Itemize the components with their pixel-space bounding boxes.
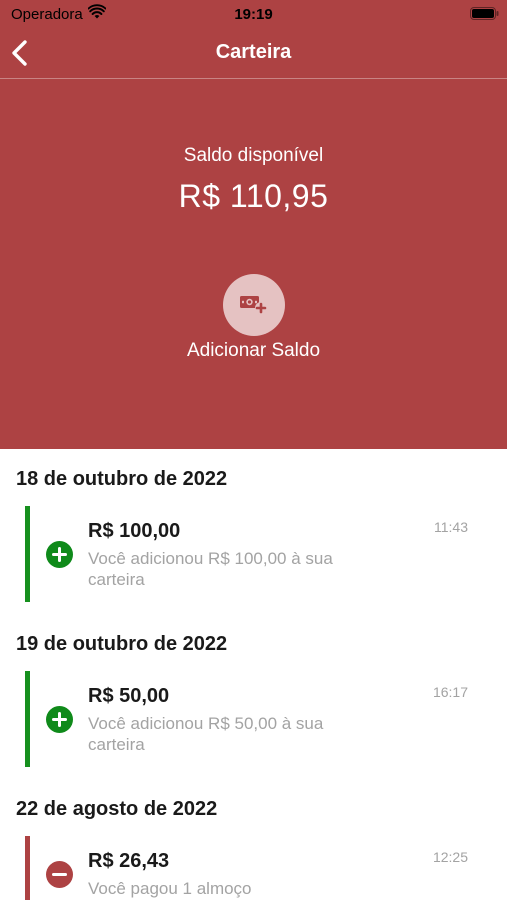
money-plus-icon: [240, 296, 267, 314]
transaction-description: Você pagou 1 almoço: [88, 879, 252, 898]
transaction-amount: R$ 100,00: [88, 520, 181, 542]
add-balance-button[interactable]: [223, 274, 285, 336]
transaction-time: 11:43: [434, 519, 468, 535]
date-heading: 19 de outubro de 2022: [16, 633, 228, 655]
transaction-amount: R$ 50,00: [88, 685, 170, 707]
status-time: 19:19: [234, 6, 273, 23]
debit-indicator-bar: [25, 836, 30, 900]
navigation-bar: Carteira: [0, 30, 507, 79]
transaction-time: 16:17: [432, 684, 468, 700]
add-balance-label: Adicionar Saldo: [186, 340, 321, 361]
credit-indicator-bar: [25, 671, 30, 767]
transaction-time: 12:25: [432, 849, 468, 865]
date-heading: 22 de agosto de 2022: [16, 798, 218, 820]
transaction-description: Você adicionou R$ 50,00 à sua carteira: [88, 714, 324, 754]
battery-icon: [470, 7, 499, 20]
minus-circle-icon: [46, 861, 73, 888]
transaction-description: Você adicionou R$ 100,00 à sua carteira: [88, 549, 333, 589]
date-heading: 18 de outubro de 2022: [16, 468, 228, 490]
plus-circle-icon: [46, 541, 73, 568]
credit-indicator-bar: [25, 506, 30, 602]
balance-label: Saldo disponível: [183, 145, 324, 166]
wallet-header: Operadora 19:19 Carteira Saldo disponíve…: [0, 0, 507, 449]
plus-circle-icon: [46, 706, 73, 733]
status-bar: Operadora 19:19: [0, 0, 507, 30]
transaction-amount: R$ 26,43: [88, 850, 170, 872]
page-title: Carteira: [215, 41, 292, 63]
balance-value: R$ 110,95: [178, 178, 329, 214]
